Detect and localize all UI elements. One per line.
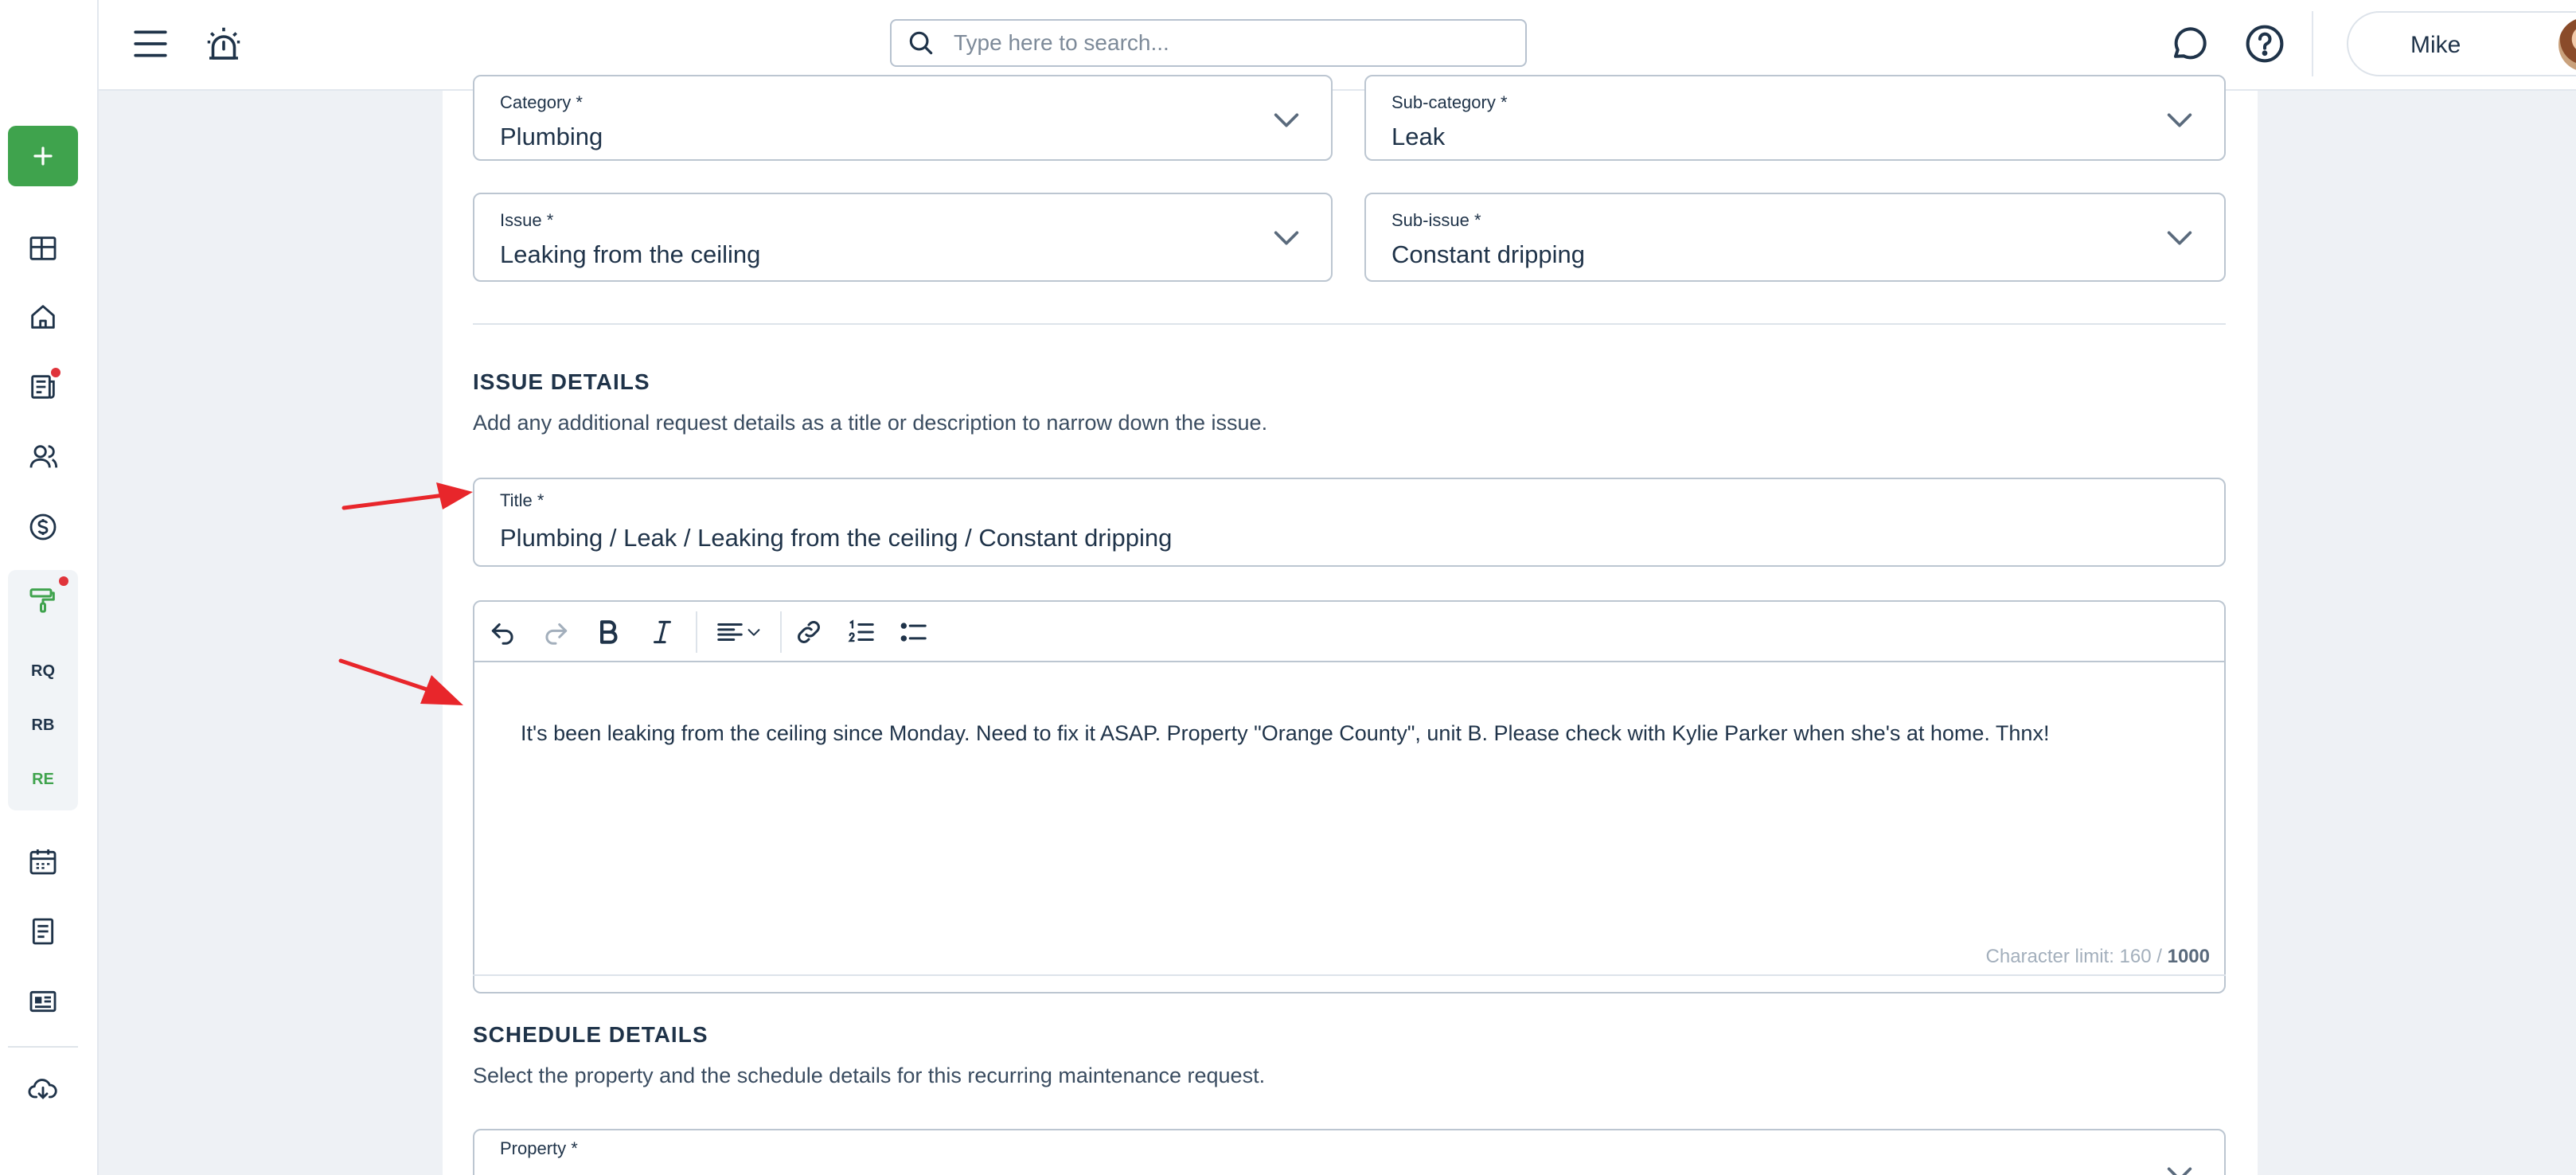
link-icon (798, 621, 820, 643)
align-dropdown[interactable] (707, 615, 771, 650)
align-left-icon (717, 623, 743, 642)
category-value: Plumbing (500, 123, 603, 150)
character-limit-counter: Character limit: 160 / 1000 (1986, 946, 2210, 968)
sidebar-logo-slot (0, 0, 97, 91)
ordered-list-button[interactable] (844, 615, 879, 650)
sidebar-item-dashboard[interactable] (14, 220, 72, 277)
user-name: Mike (2410, 32, 2461, 58)
property-select[interactable]: Property * (473, 1129, 2226, 1175)
subissue-select[interactable]: Sub-issue * Constant dripping (1364, 193, 2226, 282)
avatar (2558, 18, 2576, 72)
issue-details-description: Add any additional request details as a … (473, 411, 1268, 435)
help-icon[interactable] (2243, 22, 2286, 65)
annotation-arrow-icon (338, 658, 463, 705)
file-text-icon (32, 918, 54, 945)
dollar-icon (29, 513, 57, 541)
search-icon (909, 31, 933, 55)
section-divider (473, 323, 2226, 325)
issue-details-heading: ISSUE DETAILS (473, 369, 650, 394)
sidebar-item-reports[interactable] (14, 903, 72, 960)
ordered-list-icon (848, 619, 874, 642)
sidebar-item-calendar[interactable] (14, 833, 72, 890)
chat-bubble-icon[interactable] (2168, 22, 2211, 65)
sidebar-item-people[interactable] (14, 428, 72, 486)
undo-button[interactable] (486, 615, 521, 650)
subissue-value: Constant dripping (1391, 240, 1585, 268)
alarm-icon[interactable] (202, 22, 245, 65)
chevron-down-icon (2167, 1167, 2192, 1175)
sidebar-sub-item-rb[interactable]: RB (8, 716, 78, 735)
dashboard-icon (29, 236, 57, 260)
issue-select[interactable]: Issue * Leaking from the ceiling (473, 193, 1333, 282)
schedule-details-heading: SCHEDULE DETAILS (473, 1022, 708, 1047)
sidebar-item-properties[interactable] (14, 288, 72, 345)
plus-icon (33, 146, 53, 166)
bullet-list-icon (900, 623, 927, 642)
sidebar-sub-item-rq[interactable]: RQ (8, 662, 78, 681)
subcategory-select[interactable]: Sub-category * Leak (1364, 75, 2226, 161)
chevron-down-icon (2167, 113, 2192, 127)
hamburger-menu-icon[interactable] (131, 24, 170, 64)
subcategory-label: Sub-category * (1391, 92, 1508, 112)
sidebar-sub-item-re[interactable]: RE (8, 771, 78, 789)
redo-button[interactable] (538, 615, 573, 650)
search-input[interactable] (954, 30, 1495, 56)
user-menu[interactable]: Mike (2347, 11, 2576, 76)
bullet-list-button[interactable] (896, 615, 931, 650)
notification-dot (59, 576, 68, 586)
add-new-button[interactable] (8, 126, 78, 186)
description-editor[interactable]: It's been leaking from the ceiling since… (473, 600, 2226, 993)
sidebar-group-maintenance: RQ RB RE (8, 570, 78, 810)
toolbar-separator (696, 611, 697, 653)
character-limit-max: 1000 (2167, 946, 2210, 967)
sidebar-item-leases[interactable] (14, 358, 72, 416)
italic-icon (653, 620, 672, 644)
chevron-down-icon (747, 629, 760, 636)
toolbar-separator (780, 611, 782, 653)
editor-toolbar (474, 602, 2224, 662)
chevron-down-icon (1274, 113, 1299, 127)
subcategory-value: Leak (1391, 123, 1446, 150)
calendar-icon (29, 849, 57, 875)
link-button[interactable] (791, 615, 826, 650)
sidebar-divider (8, 1046, 78, 1048)
undo-icon (491, 623, 513, 645)
left-sidebar: RQ RB RE (0, 0, 99, 1175)
italic-button[interactable] (645, 615, 680, 650)
sidebar-item-listings[interactable] (14, 973, 72, 1030)
redo-icon (545, 623, 568, 645)
title-value: Plumbing / Leak / Leaking from the ceili… (500, 524, 1173, 552)
notification-dot (51, 368, 60, 377)
chevron-down-icon (2167, 231, 2192, 245)
property-label: Property * (500, 1138, 578, 1158)
bold-icon (600, 620, 618, 644)
issue-value: Leaking from the ceiling (500, 240, 761, 268)
search-bar[interactable] (890, 19, 1527, 67)
character-limit-label: Character limit: 160 / (1985, 946, 2168, 967)
paint-roller-icon (29, 588, 55, 613)
sidebar-item-maintenance[interactable] (8, 570, 78, 630)
description-text[interactable]: It's been leaking from the ceiling since… (521, 721, 2049, 746)
request-form-card: Category * Plumbing Sub-category * Leak … (443, 75, 2258, 1175)
category-label: Category * (500, 92, 583, 112)
category-select[interactable]: Category * Plumbing (473, 75, 1333, 161)
cloud-download-icon (28, 1079, 57, 1099)
chevron-down-icon (1274, 231, 1299, 245)
sidebar-item-accounting[interactable] (14, 498, 72, 556)
annotation-arrow-icon (342, 482, 473, 510)
sidebar-item-downloads[interactable] (14, 1060, 72, 1118)
schedule-details-description: Select the property and the schedule det… (473, 1064, 1266, 1087)
title-field[interactable]: Title * Plumbing / Leak / Leaking from t… (473, 478, 2226, 567)
subissue-label: Sub-issue * (1391, 210, 1481, 230)
title-label: Title * (500, 490, 544, 510)
topbar-divider (2312, 11, 2313, 76)
section-divider (473, 974, 2226, 976)
bold-button[interactable] (591, 615, 626, 650)
issue-label: Issue * (500, 210, 554, 230)
home-icon (31, 305, 55, 329)
people-icon (29, 445, 58, 468)
id-card-icon (29, 990, 57, 1013)
